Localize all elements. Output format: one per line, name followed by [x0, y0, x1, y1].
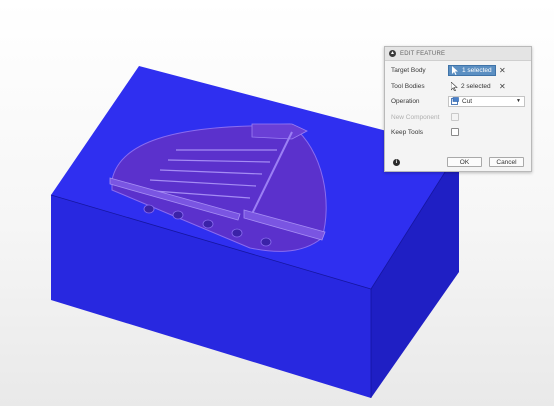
tool-bodies-label: Tool Bodies	[391, 82, 425, 90]
cut-operation-icon	[451, 97, 459, 105]
operation-value: Cut	[462, 97, 473, 105]
target-body-label: Target Body	[391, 66, 426, 74]
ok-button[interactable]: OK	[447, 157, 482, 167]
cursor-icon	[452, 65, 458, 75]
info-icon[interactable]: i	[393, 159, 400, 166]
new-component-checkbox	[451, 113, 459, 121]
operation-row: Operation Cut ▼	[385, 94, 533, 108]
target-body-value: 1 selected	[462, 66, 492, 74]
edit-feature-dialog: ▲ EDIT FEATURE Target Body 1 selected ✕ …	[384, 46, 532, 172]
new-component-row: New Component	[385, 110, 533, 124]
target-body-select-button[interactable]: 1 selected	[448, 64, 496, 76]
collapse-icon[interactable]: ▲	[389, 50, 396, 57]
target-body-row: Target Body 1 selected ✕	[385, 63, 533, 77]
keep-tools-row: Keep Tools	[385, 125, 533, 139]
clear-icon[interactable]: ✕	[499, 66, 506, 75]
dialog-title: EDIT FEATURE	[400, 50, 446, 57]
cursor-icon	[451, 81, 458, 91]
clear-icon[interactable]: ✕	[499, 82, 506, 91]
keep-tools-label: Keep Tools	[391, 128, 424, 136]
tool-bodies-value: 2 selected	[461, 82, 491, 90]
dialog-header: ▲ EDIT FEATURE	[385, 47, 531, 61]
chevron-down-icon: ▼	[516, 97, 521, 104]
keep-tools-checkbox[interactable]	[451, 128, 459, 136]
new-component-label: New Component	[391, 113, 440, 121]
operation-dropdown[interactable]: Cut ▼	[448, 95, 525, 107]
tool-bodies-select-button[interactable]: 2 selected	[448, 81, 496, 92]
tool-bodies-row: Tool Bodies 2 selected ✕	[385, 79, 533, 93]
operation-label: Operation	[391, 97, 420, 105]
cancel-button[interactable]: Cancel	[489, 157, 524, 167]
